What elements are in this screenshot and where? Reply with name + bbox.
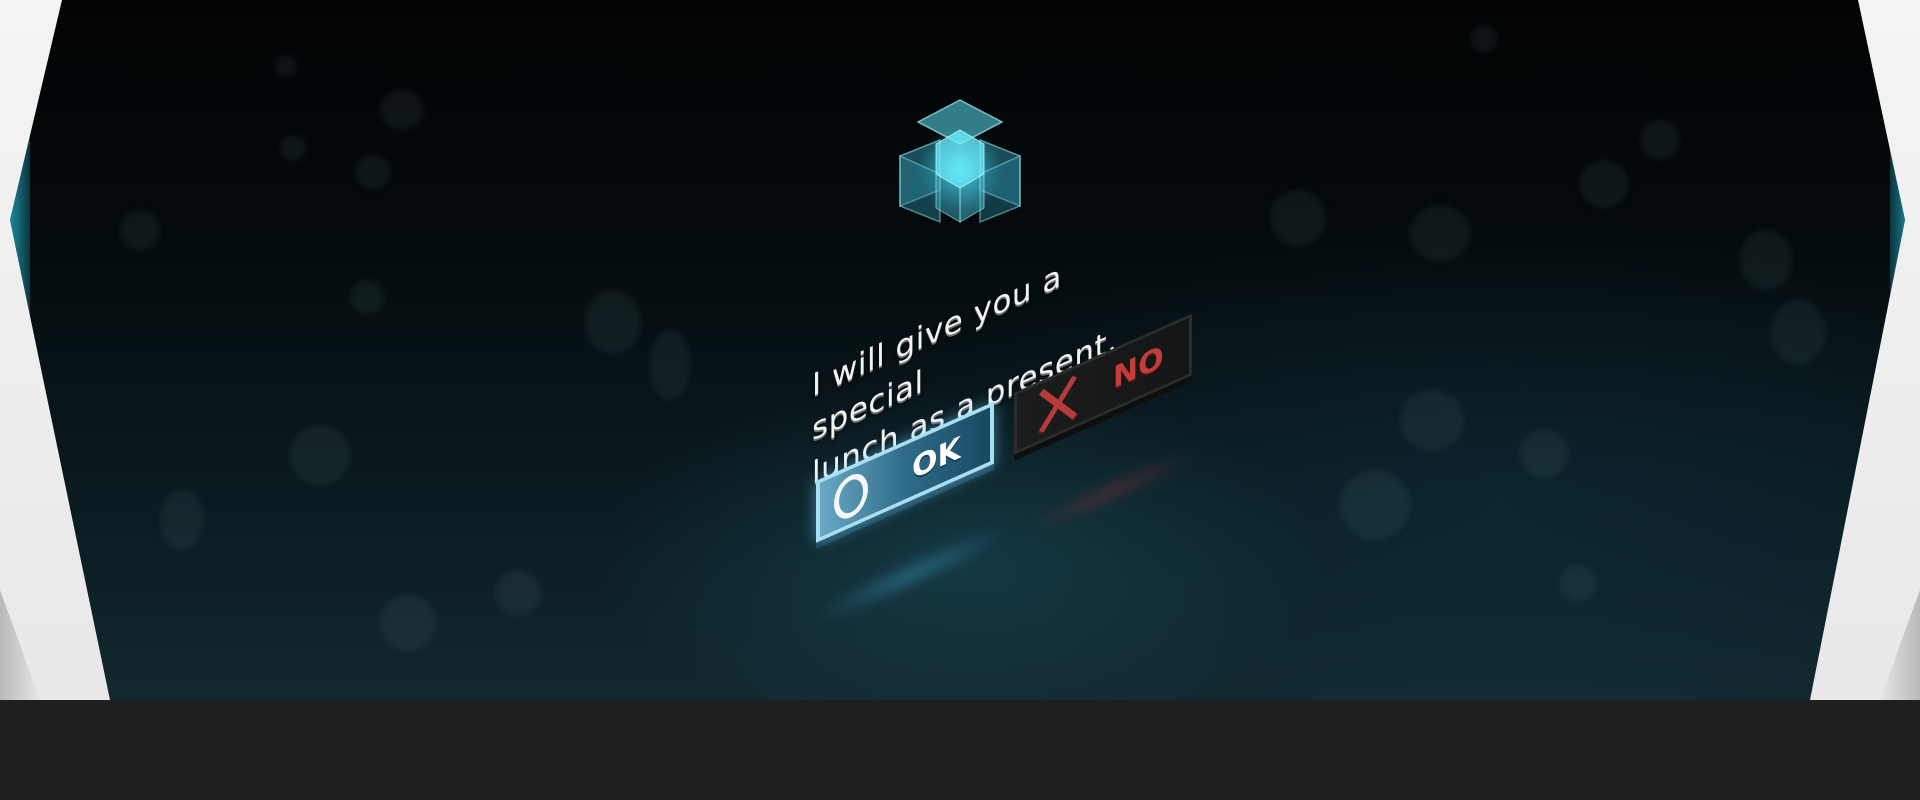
background-particle (290, 425, 350, 485)
background-particle (1740, 230, 1792, 290)
background-particle (1400, 390, 1464, 450)
background-particle (275, 55, 297, 77)
background-particle (495, 570, 541, 616)
game-screen: I will give you a special lunch as a pre… (0, 0, 1920, 800)
background-particle (1410, 205, 1470, 261)
background-particle (1580, 160, 1628, 208)
background-particle (1770, 300, 1826, 364)
no-button-label: NO (1113, 339, 1164, 397)
background-particle (355, 155, 391, 189)
background-particle (120, 210, 160, 250)
background-particle (160, 490, 204, 550)
background-particle (380, 595, 436, 651)
background-particle (350, 280, 384, 314)
background-particle (380, 90, 424, 130)
background-particle (1470, 25, 1498, 53)
background-particle (1640, 120, 1680, 160)
background-particle (1270, 190, 1326, 246)
background-particle (650, 330, 690, 400)
dialog-screen: I will give you a special lunch as a pre… (10, 0, 1905, 700)
ok-button-label: OK (912, 430, 961, 488)
background-particle (585, 290, 641, 354)
bottom-bar (0, 700, 1920, 800)
background-particle (1520, 430, 1568, 478)
x-icon (1035, 371, 1079, 439)
background-particle (1560, 565, 1596, 601)
background-particle (280, 135, 306, 161)
background-particle (1340, 470, 1410, 540)
circle-icon (834, 467, 868, 525)
